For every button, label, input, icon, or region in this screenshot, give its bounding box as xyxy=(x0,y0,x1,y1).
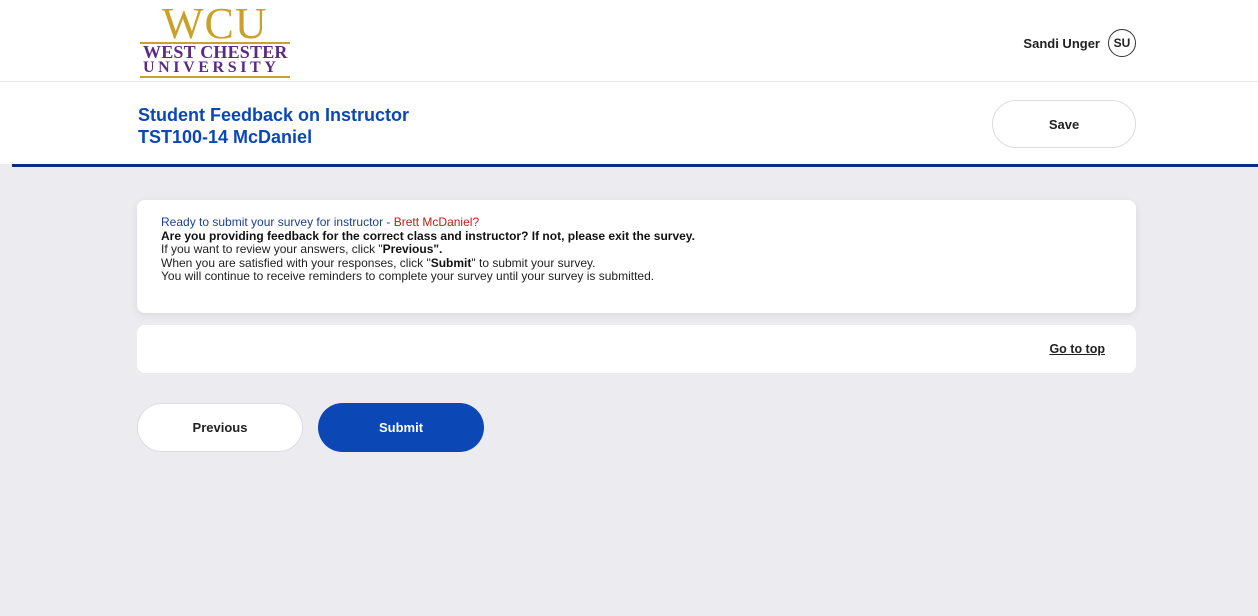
top-bar: WCU WEST CHESTER UNIVERSITY Sandi Unger … xyxy=(0,0,1258,82)
submit-button[interactable]: Submit xyxy=(318,403,484,452)
user-menu[interactable]: Sandi Unger SU xyxy=(1023,28,1136,58)
logo-line-west-chester: WEST CHESTER xyxy=(143,42,288,62)
survey-header: Student Feedback on Instructor TST100-14… xyxy=(0,82,1258,164)
user-name: Sandi Unger xyxy=(1023,35,1100,51)
survey-title: Student Feedback on Instructor xyxy=(138,105,410,125)
correct-class-warning: Are you providing feedback for the corre… xyxy=(161,228,695,243)
logo-wcu-text: WCU xyxy=(162,0,268,48)
save-button[interactable]: Save xyxy=(992,100,1136,148)
go-to-top-link[interactable]: Go to top xyxy=(1049,342,1105,356)
avatar[interactable]: SU xyxy=(1108,29,1136,57)
go-to-top-card: Go to top xyxy=(137,325,1136,373)
header-divider xyxy=(12,164,1258,167)
satisfied-line: When you are satisfied with your respons… xyxy=(161,255,1112,271)
reminder-line: You will continue to receive reminders t… xyxy=(161,269,655,283)
course-title: TST100-14 McDaniel xyxy=(138,127,313,147)
review-line: If you want to review your answers, clic… xyxy=(161,242,1112,257)
satisfied-text: When you are satisfied with your respons… xyxy=(161,255,431,270)
satisfied-submit-bold: Submit xyxy=(430,255,472,270)
satisfied-suffix: " to submit your survey. xyxy=(471,255,596,270)
review-previous-bold: Previous". xyxy=(382,242,443,256)
page-title: Student Feedback on Instructor TST100-14… xyxy=(138,104,409,148)
wcu-logo[interactable]: WCU WEST CHESTER UNIVERSITY xyxy=(140,0,300,80)
logo-underline xyxy=(140,76,290,78)
ready-text: Ready to submit your survey for instruct… xyxy=(161,215,394,229)
submit-message-card: Ready to submit your survey for instruct… xyxy=(137,200,1136,313)
logo-line-university: UNIVERSITY xyxy=(143,59,280,76)
instructor-name: Brett McDaniel? xyxy=(393,215,480,229)
review-text: If you want to review your answers, clic… xyxy=(161,242,383,256)
previous-button[interactable]: Previous xyxy=(137,403,303,452)
ready-line: Ready to submit your survey for instruct… xyxy=(161,215,1112,230)
